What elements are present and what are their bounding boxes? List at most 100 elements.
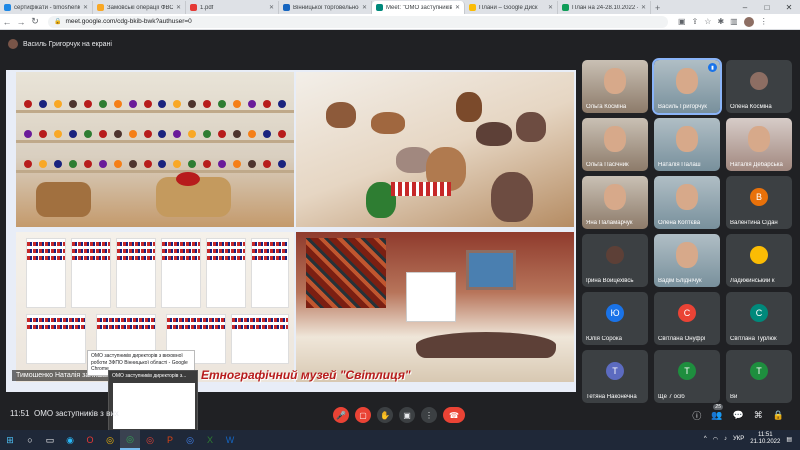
presentation-stage[interactable]: Етнографічний музей "Світлиця" xyxy=(6,70,576,392)
wifi-icon[interactable]: ◠ xyxy=(713,436,718,443)
presenter-avatar xyxy=(8,39,18,49)
activities-icon[interactable]: ⌘ xyxy=(754,410,763,421)
powerpoint-icon[interactable]: P xyxy=(160,430,180,450)
back-icon[interactable]: ← xyxy=(0,17,14,27)
tab-close-icon[interactable]: ✕ xyxy=(641,4,646,11)
browser-tab[interactable]: Вінницької торговельно-еко✕ xyxy=(279,1,372,14)
meeting-controls: 🎤 ▢ ✋ ▣ ⋮ ☎ xyxy=(333,407,465,423)
notifications-icon[interactable]: ▤ xyxy=(786,436,792,443)
browser-tab[interactable]: 1.pdf ✕ xyxy=(186,1,279,14)
mic-off-icon[interactable]: 🎤 xyxy=(333,407,349,423)
participant-tile[interactable]: Ладижинський к xyxy=(726,234,792,287)
participant-tile[interactable]: Т Ще 7 осіб xyxy=(654,350,720,403)
browser-tab[interactable]: Замовські операції ФВС-13✕ xyxy=(93,1,186,14)
info-icon[interactable]: ⓘ xyxy=(692,409,701,422)
tray-clock[interactable]: 11:51 21.10.2022 xyxy=(750,432,780,446)
participant-name: Вадім Бліднічук xyxy=(658,278,702,284)
participant-tile[interactable]: Т Тетяна Наконечна xyxy=(582,350,648,403)
people-icon[interactable]: 👥 25 xyxy=(711,404,723,421)
chat-icon[interactable]: 💬 xyxy=(733,410,744,421)
tab-close-icon[interactable]: ✕ xyxy=(548,4,553,11)
meeting-side-controls: ⓘ 👥 25 💬 ⌘ 🔒 xyxy=(692,404,784,422)
participant-tile[interactable]: Вадім Бліднічук xyxy=(654,234,720,287)
maximize-icon[interactable]: □ xyxy=(756,0,778,14)
participant-tile[interactable]: Т Ви xyxy=(726,350,792,403)
browser-tab[interactable]: План на 24-28.10.2022 - Goog✕ xyxy=(558,1,651,14)
language-indicator[interactable]: УКР xyxy=(733,436,744,442)
participant-tile[interactable]: Наталія Дебарська xyxy=(726,118,792,171)
participant-video xyxy=(676,184,698,210)
share-icon[interactable]: ⇪ xyxy=(692,17,699,26)
preview-thumbnail xyxy=(113,383,195,429)
participant-tile[interactable]: В Валентина Сідан xyxy=(726,176,792,229)
new-tab-button[interactable]: + xyxy=(651,1,664,14)
tab-close-icon[interactable]: ✕ xyxy=(455,4,460,11)
participant-avatar: Т xyxy=(606,362,624,380)
tab-close-icon[interactable]: ✕ xyxy=(83,4,88,11)
participant-tile[interactable]: Олена Коптєва xyxy=(654,176,720,229)
puzzle-icon[interactable]: ✱ xyxy=(717,17,724,26)
participant-tile[interactable]: Ю Юлія Сорока xyxy=(582,292,648,345)
participant-name: Ольга Пасічник xyxy=(586,162,629,168)
minimize-icon[interactable]: – xyxy=(734,0,756,14)
tray-chevron-icon[interactable]: ^ xyxy=(704,436,707,442)
end-call-icon[interactable]: ☎ xyxy=(443,407,465,423)
participants-badge: 25 xyxy=(713,404,723,410)
chrome-icon[interactable]: ◎ xyxy=(100,430,120,450)
present-icon[interactable]: ▣ xyxy=(399,407,415,423)
tab-close-icon[interactable]: ✕ xyxy=(362,4,367,11)
participant-tile[interactable]: ▮ Василь Григорчук xyxy=(652,58,722,115)
raise-hand-icon[interactable]: ✋ xyxy=(377,407,393,423)
tray-time: 11:51 xyxy=(758,432,773,438)
chrome-meet-icon[interactable]: ◎ xyxy=(120,430,140,450)
excel-icon[interactable]: X xyxy=(200,430,220,450)
participant-name: Валентина Сідан xyxy=(730,220,778,226)
participant-tile[interactable]: С Світлана Турлюк xyxy=(726,292,792,345)
star-icon[interactable]: ☆ xyxy=(704,17,711,26)
browser-tab[interactable]: Плани – Google Диск ✕ xyxy=(465,1,558,14)
participant-avatar: Ю xyxy=(606,304,624,322)
url-field[interactable]: 🔒 meet.google.com/cdg-bkib-bwk?authuser=… xyxy=(48,15,668,28)
participant-tile[interactable]: Олена Косміна xyxy=(726,60,792,113)
participant-tile[interactable]: Ольга Пасічник xyxy=(582,118,648,171)
sidebar-icon[interactable]: ▥ xyxy=(730,17,738,26)
chrome-2-icon[interactable]: ◎ xyxy=(180,430,200,450)
volume-icon[interactable]: ♪ xyxy=(724,436,727,442)
museum-photo-interior xyxy=(296,232,574,382)
word-icon[interactable]: W xyxy=(220,430,240,450)
browser-tab[interactable]: Meet: "ОМО заступників з ✕ xyxy=(372,1,465,14)
window-preview[interactable]: ОМО заступників директорів з... xyxy=(108,370,198,432)
tab-title: Плани – Google Диск xyxy=(479,4,538,11)
participant-tile[interactable]: С Світлана Онуфрі xyxy=(654,292,720,345)
task-view-icon[interactable]: ▭ xyxy=(40,430,60,450)
participant-name: Наталія Дебарська xyxy=(730,162,783,168)
participant-tile[interactable]: Ольга Косміна xyxy=(582,60,648,113)
more-options-icon[interactable]: ⋮ xyxy=(421,407,437,423)
close-window-icon[interactable]: ✕ xyxy=(778,0,800,14)
browser-tab[interactable]: сертифікати - timoshenko.nata✕ xyxy=(0,1,93,14)
tab-title: 1.pdf xyxy=(200,4,214,11)
reload-icon[interactable]: ↻ xyxy=(28,16,42,27)
participant-tile[interactable]: Ірина Войцехівсь xyxy=(582,234,648,287)
forward-icon[interactable]: → xyxy=(14,17,28,27)
tab-title: Meet: "ОМО заступників з xyxy=(386,4,452,11)
participant-grid: Ольга Косміна ▮ Василь Григорчук Олена Косм… xyxy=(582,58,794,403)
windows-start-icon[interactable]: ⊞ xyxy=(0,430,20,450)
camera-off-icon[interactable]: ▢ xyxy=(355,407,371,423)
tab-close-icon[interactable]: ✕ xyxy=(176,4,181,11)
search-icon[interactable]: ○ xyxy=(20,430,40,450)
participant-avatar xyxy=(750,246,768,264)
opera-icon[interactable]: O xyxy=(80,430,100,450)
edge-icon[interactable]: ◉ xyxy=(60,430,80,450)
participant-name: Ще 7 осіб xyxy=(658,394,685,400)
participant-tile[interactable]: Наталія Палаш xyxy=(654,118,720,171)
participant-name: Ви xyxy=(730,394,738,400)
profile-avatar[interactable] xyxy=(743,16,754,27)
participant-avatar: Т xyxy=(750,362,768,380)
chrome-profile-icon[interactable]: ◎ xyxy=(140,430,160,450)
host-controls-icon[interactable]: 🔒 xyxy=(773,410,784,421)
tab-close-icon[interactable]: ✕ xyxy=(269,4,274,11)
camera-icon[interactable]: ▣ xyxy=(678,17,686,26)
menu-icon[interactable]: ⋮ xyxy=(760,17,768,26)
participant-tile[interactable]: Яна Паламарчук xyxy=(582,176,648,229)
